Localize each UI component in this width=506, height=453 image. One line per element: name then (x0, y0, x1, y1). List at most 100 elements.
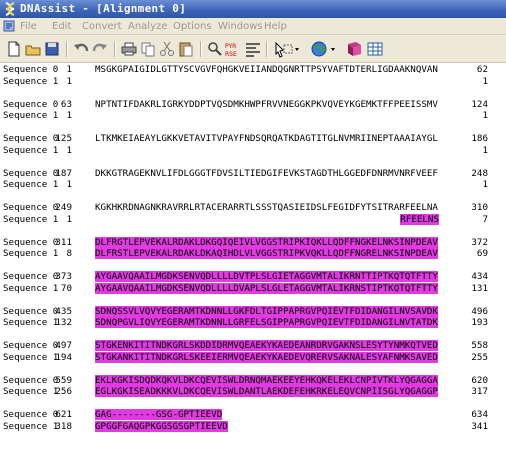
alignment-row: Sequence 0 63 NPTNTIFDAKRLIGRKYDDPTVQSDMKH… (0, 99, 506, 110)
alignment-row: Sequence 1 194 STGKANKITITNDKGRLSKEEIERMVQ… (0, 351, 506, 363)
menu-options[interactable]: Options (173, 21, 212, 32)
document-icon[interactable] (3, 20, 15, 32)
sequence-residues: SDNQSSVLVQVYEGERAMTKDNNLLGKFDLTGIPPAPRGV… (95, 305, 438, 317)
sequence-start: 497 (55, 340, 72, 351)
alignment-row: Sequence 0 311 DLFRGTLEPVEKALRDAKLDKGQIQEI… (0, 236, 506, 248)
find-icon[interactable] (206, 40, 224, 58)
sequence-residues: EGLKGKISEADKKKVLDKCQEVISWLDANTLAEKDEFEHK… (95, 386, 438, 397)
web-icon[interactable] (310, 40, 340, 58)
save-icon[interactable] (43, 40, 61, 58)
sequence-residues: KGKHKRDNAGNKRAVRRLRTACERARRTLSSSTQASIEID… (95, 202, 438, 213)
sequence-end: 1 (482, 179, 488, 190)
menu-analyze[interactable]: Analyze (128, 21, 167, 32)
title-bar: DNAssist - [Alignment 0] (0, 0, 506, 18)
sequence-end: 496 (471, 305, 488, 317)
sequence-start: 63 (60, 98, 72, 110)
sequence-residues: STGKANKITITNDKGRLSKEEIERMVQEAEKYKAEDEVQR… (95, 351, 438, 363)
open-icon[interactable] (24, 40, 42, 58)
svg-text:PYR: PYR (225, 43, 236, 50)
sequence-residues: RFEELNS (400, 213, 439, 225)
alignment-row: Sequence 111 (0, 76, 506, 87)
sequence-start: 318 (55, 420, 72, 432)
menu-convert[interactable]: Convert (82, 21, 122, 32)
sequence-residues: DKKGTRAGEKNVLIFDLGGGTFDVSILTIEDGIFEVKSTA… (95, 167, 438, 179)
sequence-start: 1 (66, 75, 72, 87)
restriction-icon[interactable]: PYR RSE (225, 40, 243, 58)
alignment-row: Sequence 1 132 SDNQPGVLIQVYEGERAMTKDNNLLGR… (0, 317, 506, 328)
new-icon[interactable] (5, 40, 23, 58)
alignment-row: Sequence 111 (0, 110, 506, 121)
sequence-end: 255 (471, 351, 488, 363)
align-icon[interactable] (244, 40, 262, 58)
alignment-row: Sequence 0 497 STGKENKITITNDKGRLSKDDIDRMVQ… (0, 340, 506, 351)
alignment-row: Sequence 1 1 RFEELNS 7 (0, 213, 506, 225)
sequence-residues: AYGAAVQAAILMGDKSENVQDLLLLDVTPLSLGIETAGGV… (95, 271, 438, 282)
sequence-end: 372 (471, 236, 488, 248)
sequence-start: 249 (55, 202, 72, 213)
sequence-end: 1 (482, 110, 488, 121)
sequence-end: 193 (471, 317, 488, 328)
app-icon (5, 2, 15, 16)
sequence-start: 621 (55, 409, 72, 420)
alignment-row: Sequence 0 435 SDNQSSVLVQVYEGERAMTKDNNLLGK… (0, 305, 506, 317)
alignment-row: Sequence 1 70 AYGAAVQAAILMGDKSENVQDLLLLDVA… (0, 282, 506, 294)
book-icon[interactable] (345, 40, 363, 58)
print-icon[interactable] (120, 40, 138, 58)
sequence-start: 311 (55, 236, 72, 248)
sequence-end: 248 (471, 167, 488, 179)
alignment-view[interactable]: Sequence 0 1 MSGKGPAIGIDLGTTYSCVGVFQHGKVEI… (0, 63, 506, 453)
sequence-end: 1 (482, 144, 488, 156)
sequence-start: 1 (66, 179, 72, 190)
sequence-residues: EKLKGKISDQDKQKVLDKCQEVISWLDRNQMAEKEEYEHK… (95, 374, 438, 386)
sequence-end: 310 (471, 202, 488, 213)
sequence-residues: DLFRSTLEPVEKALRDAKLDKAQIHDLVLVGGSTRIPKVQ… (95, 248, 438, 259)
toolbar: PYR RSE (0, 35, 506, 63)
sequence-end: 131 (471, 282, 488, 294)
grid-icon[interactable] (366, 40, 384, 58)
sequence-residues: MSGKGPAIGIDLGTTYSCVGVFQHGKVEIIANDQGNRTTP… (95, 64, 438, 75)
alignment-row: Sequence 1 318 GPGGFGAQGPKGGSGSGPTIEEVD 341 (0, 420, 506, 432)
sequence-start: 373 (55, 271, 72, 282)
cut-icon[interactable] (158, 40, 176, 58)
sequence-end: 62 (476, 64, 488, 75)
sequence-end: 317 (471, 386, 488, 397)
sequence-start: 435 (55, 305, 72, 317)
sequence-start: 194 (55, 351, 72, 363)
sequence-residues: DLFRGTLEPVEKALRDAKLDKGQIQEIVLVGGSTRIPKIQ… (95, 236, 438, 248)
alignment-row: Sequence 0 373 AYGAAVQAAILMGDKSENVQDLLLLDV… (0, 271, 506, 282)
window-title: DNAssist - [Alignment 0] (20, 2, 187, 15)
sequence-residues: GPGGFGAQGPKGGSGSGPTIEEVD (95, 420, 228, 432)
alignment-row: Sequence 0 187 DKKGTRAGEKNVLIFDLGGGTFDVSIL… (0, 168, 506, 179)
undo-icon[interactable] (72, 40, 90, 58)
redo-icon[interactable] (91, 40, 109, 58)
sequence-residues: LTKMKEIAEAYLGKKVETAVITVPAYFNDSQRQATKDAGT… (95, 133, 438, 144)
alignment-row: Sequence 0 249 KGKHKRDNAGNKRAVRRLRTACERARR… (0, 202, 506, 213)
menu-edit[interactable]: Edit (52, 21, 71, 32)
copy-icon[interactable] (139, 40, 157, 58)
select-icon[interactable] (272, 40, 302, 58)
svg-text:RSE: RSE (225, 51, 237, 58)
sequence-end: 341 (471, 420, 488, 432)
menu-file[interactable]: File (20, 21, 37, 32)
sequence-start: 256 (55, 386, 72, 397)
alignment-row: Sequence 0 1 MSGKGPAIGIDLGTTYSCVGVFQHGKVEI… (0, 64, 506, 75)
sequence-start: 1 (66, 110, 72, 121)
menu-windows[interactable]: Windows (218, 21, 263, 32)
sequence-end: 558 (471, 340, 488, 351)
sequence-residues: GAG--------GSG-GPTIEEVD (95, 409, 223, 420)
sequence-start: 187 (55, 167, 72, 179)
sequence-start: 132 (55, 317, 72, 328)
sequence-residues: NPTNTIFDAKRLIGRKYDDPTVQSDMKHWPFRVVNEGGKP… (95, 98, 438, 110)
alignment-row: Sequence 111 (0, 179, 506, 190)
sequence-start: 125 (55, 133, 72, 144)
alignment-row: Sequence 0 125 LTKMKEIAEAYLGKKVETAVITVPAYF… (0, 133, 506, 144)
alignment-row: Sequence 111 (0, 145, 506, 156)
sequence-start: 1 (66, 144, 72, 156)
sequence-end: 186 (471, 133, 488, 144)
alignment-row: Sequence 1 256 EGLKGKISEADKKKVLDKCQEVISWLD… (0, 386, 506, 397)
menu-help[interactable]: Help (264, 21, 287, 32)
paste-icon[interactable] (177, 40, 195, 58)
sequence-start: 70 (60, 282, 72, 294)
sequence-end: 620 (471, 374, 488, 386)
sequence-end: 1 (482, 75, 488, 87)
